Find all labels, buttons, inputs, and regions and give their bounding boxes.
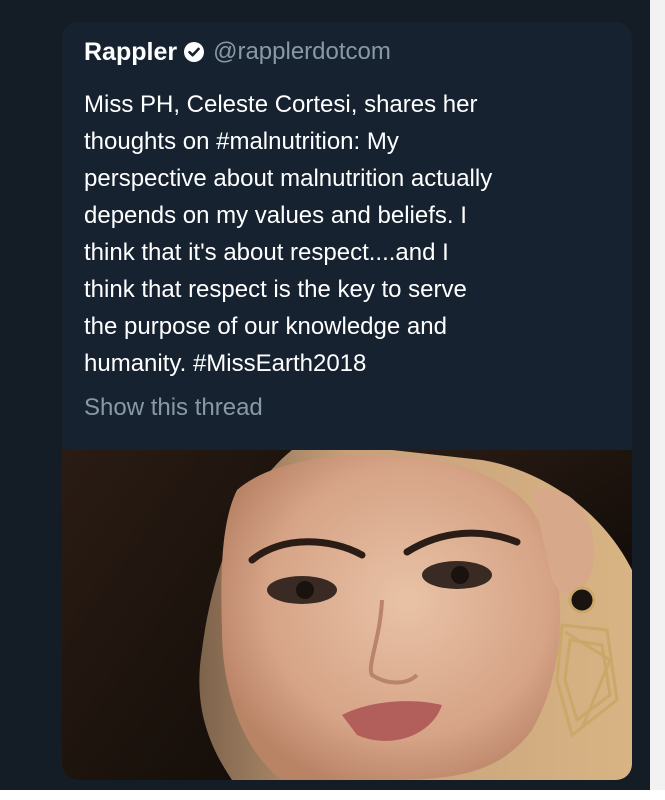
- tweet-text-line: thoughts on #malnutrition: My: [84, 128, 399, 155]
- screen: Rappler @rapplerdotcom Miss PH, Celeste …: [0, 0, 650, 790]
- tweet-text-line: depends on my values and beliefs. I: [84, 202, 467, 229]
- show-thread-link[interactable]: Show this thread: [84, 394, 263, 422]
- tweet-text: Miss PH, Celeste Cortesi, shares her tho…: [84, 86, 624, 382]
- author-handle[interactable]: @rapplerdotcom: [213, 38, 391, 66]
- tweet-text-line: perspective about malnutrition actually: [84, 165, 493, 192]
- tweet-text-line: think that respect is the key to serve: [84, 276, 467, 303]
- portrait-photo: [62, 450, 632, 780]
- tweet-header: Rappler @rapplerdotcom: [84, 34, 391, 70]
- tweet-card[interactable]: Rappler @rapplerdotcom Miss PH, Celeste …: [62, 22, 632, 780]
- tweet-media-photo[interactable]: [62, 450, 632, 780]
- tweet-text-line: think that it's about respect....and I: [84, 239, 449, 266]
- bottom-strip: [0, 790, 665, 800]
- verified-badge-icon: [183, 41, 205, 63]
- author-name[interactable]: Rappler: [84, 38, 177, 67]
- tweet-text-line: Miss PH, Celeste Cortesi, shares her: [84, 91, 478, 118]
- tweet-text-line: humanity. #MissEarth2018: [84, 350, 367, 377]
- tweet-text-line: the purpose of our knowledge and: [84, 313, 447, 340]
